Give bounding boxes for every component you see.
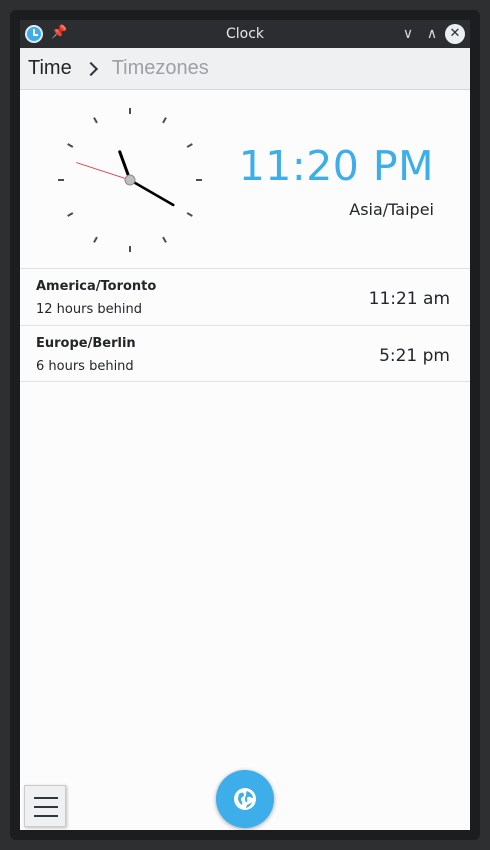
analog-clock [58,108,202,252]
current-timezone: Asia/Taipei [349,200,434,219]
second-hand [76,162,131,181]
clock-tick [186,212,193,217]
clock-tick [67,212,74,217]
current-time: 11:20 PM [238,142,434,190]
add-timezone-button[interactable] [216,770,274,828]
clock-tick [93,236,98,243]
menu-line [34,797,58,799]
breadcrumb-time[interactable]: Time [28,57,72,80]
timezone-name: Europe/Berlin [36,336,136,351]
timezone-time: 11:21 am [368,289,450,309]
breadcrumb-timezones[interactable]: Timezones [112,57,209,80]
timezone-row[interactable]: America/Toronto 12 hours behind 11:21 am [20,268,470,325]
timezone-offset: 6 hours behind [36,359,134,374]
timezone-list: America/Toronto 12 hours behind 11:21 am Eu… [20,268,470,382]
chevron-right-icon [83,61,98,76]
timezone-time: 5:21 pm [379,346,450,366]
timezone-row[interactable]: Europe/Berlin 6 hours behind 5:21 pm [20,325,470,382]
close-button[interactable]: ✕ [445,24,465,44]
timezone-name: America/Toronto [36,279,157,294]
timezone-offset: 12 hours behind [36,302,142,317]
breadcrumb: Time Timezones [20,48,470,90]
clock-tick [186,143,193,148]
titlebar[interactable]: 📌 Clock ∨ ∧ ✕ [20,20,470,48]
clock-tick [93,117,98,124]
maximize-button[interactable]: ∧ [421,23,443,45]
clock-tick [67,143,74,148]
menu-line [34,815,58,817]
globe-icon [234,788,256,810]
hamburger-menu-button[interactable] [24,785,66,827]
menu-line [34,806,58,808]
minute-hand [128,178,175,207]
clock-tick [162,236,167,243]
clock-center [124,174,136,186]
app-content: Time Timezones 11:20 PM Asia/Taipei Amer… [20,48,470,830]
clock-tick [162,117,167,124]
minimize-button[interactable]: ∨ [397,23,419,45]
